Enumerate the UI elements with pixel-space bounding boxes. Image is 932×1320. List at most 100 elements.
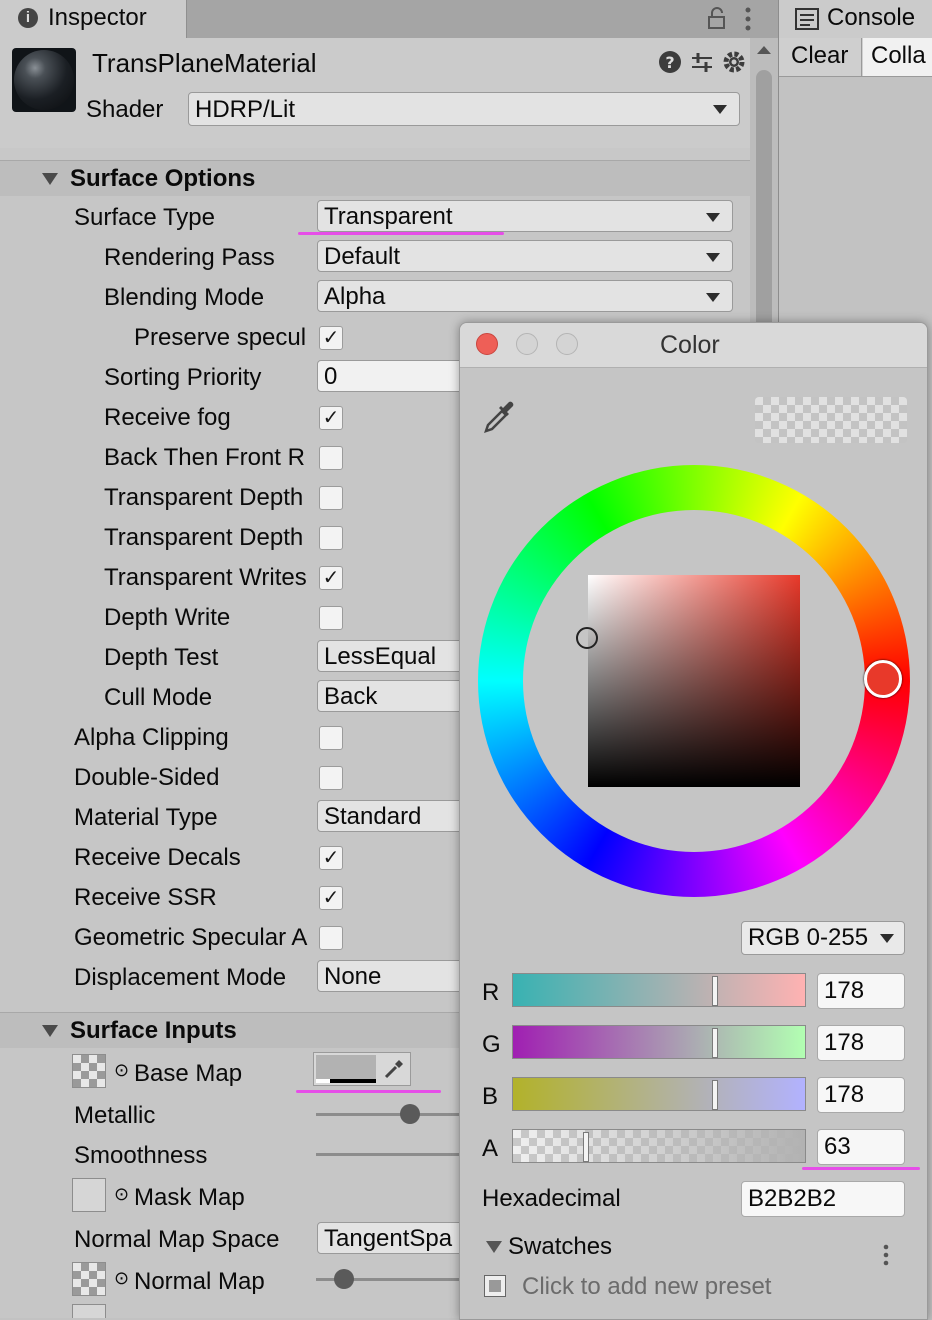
svg-text:?: ? xyxy=(665,53,674,72)
zoom-window-button[interactable] xyxy=(556,333,578,355)
color-picker-window: Color RGB 0-255 R 178 G 178 B 178 A 63 H… xyxy=(459,322,928,1320)
preset-sliders-icon[interactable] xyxy=(690,50,714,74)
blending-mode-dropdown[interactable]: Alpha xyxy=(317,280,733,312)
color-picker-titlebar[interactable]: Color xyxy=(460,323,927,368)
shader-dropdown[interactable]: HDRP/Lit xyxy=(188,92,740,126)
double-sided-checkbox[interactable] xyxy=(319,766,343,790)
hexadecimal-input[interactable]: B2B2B2 xyxy=(741,1181,905,1217)
color-mode-value: RGB 0-255 xyxy=(748,924,869,951)
smoothness-slider-track[interactable] xyxy=(316,1153,460,1156)
annotation-underline xyxy=(802,1167,920,1170)
transparent-depth-postpass-label: Transparent Depth xyxy=(104,524,304,551)
swatches-label[interactable]: Swatches xyxy=(508,1233,612,1261)
lock-icon[interactable] xyxy=(706,6,728,30)
tab-inspector[interactable]: i Inspector xyxy=(0,0,187,38)
eyedropper-icon[interactable] xyxy=(382,1057,406,1081)
eyedropper-icon[interactable] xyxy=(482,399,518,435)
shader-label: Shader xyxy=(86,96,164,123)
base-map-color-field[interactable] xyxy=(313,1052,411,1086)
help-icon[interactable]: ? xyxy=(658,50,682,74)
channel-g-slider[interactable] xyxy=(512,1025,806,1059)
collapse-button[interactable]: Colla xyxy=(863,38,932,76)
cull-mode-label: Cull Mode xyxy=(104,684,213,711)
shader-value: HDRP/Lit xyxy=(195,96,296,123)
tab-console[interactable]: Console xyxy=(779,0,932,39)
hue-selector-handle[interactable] xyxy=(864,660,902,698)
base-map-texture-slot[interactable] xyxy=(72,1054,106,1088)
target-icon[interactable]: ⊙ xyxy=(114,1060,129,1081)
cull-mode-value: Back xyxy=(324,683,378,710)
close-window-button[interactable] xyxy=(476,333,498,355)
target-icon[interactable]: ⊙ xyxy=(114,1268,129,1289)
kebab-menu-icon[interactable] xyxy=(880,1243,892,1269)
alpha-clipping-checkbox[interactable] xyxy=(319,726,343,750)
surface-type-label: Surface Type xyxy=(74,204,215,231)
channel-r-handle[interactable] xyxy=(712,976,718,1006)
normal-map-slider-knob[interactable] xyxy=(334,1269,354,1289)
collapse-label: Colla xyxy=(871,42,926,69)
receive-fog-label: Receive fog xyxy=(104,404,231,431)
channel-r-label: R xyxy=(482,979,500,1006)
hexadecimal-label: Hexadecimal xyxy=(482,1185,621,1212)
rendering-pass-dropdown[interactable]: Default xyxy=(317,240,733,272)
normal-map-space-label: Normal Map Space xyxy=(74,1226,280,1253)
transparent-depth-prepass-label: Transparent Depth xyxy=(104,484,304,511)
gear-icon[interactable] xyxy=(722,50,746,74)
chevron-down-icon xyxy=(706,213,720,222)
channel-b-slider[interactable] xyxy=(512,1077,806,1111)
geometric-specular-label: Geometric Specular A xyxy=(74,924,308,951)
transparent-depth-postpass-checkbox[interactable] xyxy=(319,526,343,550)
back-then-front-checkbox[interactable] xyxy=(319,446,343,470)
tab-inspector-label: Inspector xyxy=(48,4,147,31)
color-mode-dropdown[interactable]: RGB 0-255 xyxy=(741,921,905,955)
depth-write-checkbox[interactable] xyxy=(319,606,343,630)
receive-ssr-checkbox[interactable]: ✓ xyxy=(319,886,343,910)
channel-g-input[interactable]: 178 xyxy=(817,1025,905,1061)
mask-map-label: Mask Map xyxy=(134,1184,245,1211)
transparent-depth-prepass-checkbox[interactable] xyxy=(319,486,343,510)
alpha-clipping-label: Alpha Clipping xyxy=(74,724,229,751)
chevron-down-icon xyxy=(880,934,894,943)
add-preset-text[interactable]: Click to add new preset xyxy=(522,1273,771,1301)
surface-type-dropdown[interactable]: Transparent xyxy=(317,200,733,232)
next-texture-slot[interactable] xyxy=(72,1304,106,1318)
receive-ssr-label: Receive SSR xyxy=(74,884,217,911)
channel-a-handle[interactable] xyxy=(583,1132,589,1162)
surface-options-header[interactable]: Surface Options xyxy=(0,160,750,197)
material-header: TransPlaneMaterial ? Shader HDRP/Lit xyxy=(0,38,750,148)
channel-a-input[interactable]: 63 xyxy=(817,1129,905,1165)
geometric-specular-checkbox[interactable] xyxy=(319,926,343,950)
channel-r-input[interactable]: 178 xyxy=(817,973,905,1009)
alpha-bar-fill xyxy=(316,1079,330,1083)
smoothness-label: Smoothness xyxy=(74,1142,208,1169)
transparent-writes-checkbox[interactable]: ✓ xyxy=(319,566,343,590)
channel-r-slider[interactable] xyxy=(512,973,806,1007)
channel-g-handle[interactable] xyxy=(712,1028,718,1058)
target-icon[interactable]: ⊙ xyxy=(114,1184,129,1205)
add-preset-swatch[interactable] xyxy=(484,1275,506,1297)
color-picker-title: Color xyxy=(660,331,720,359)
swatches-foldout-triangle-icon[interactable] xyxy=(486,1241,502,1253)
channel-b-handle[interactable] xyxy=(712,1080,718,1110)
channel-g-label: G xyxy=(482,1031,501,1058)
surface-inputs-title: Surface Inputs xyxy=(70,1017,237,1044)
channel-b-input[interactable]: 178 xyxy=(817,1077,905,1113)
saturation-value-handle[interactable] xyxy=(576,627,598,649)
back-then-front-label: Back Then Front R xyxy=(104,444,305,471)
clear-button[interactable]: Clear xyxy=(791,42,848,70)
scroll-up-arrow-icon[interactable] xyxy=(756,44,772,56)
mask-map-texture-slot[interactable] xyxy=(72,1178,106,1212)
receive-fog-checkbox[interactable]: ✓ xyxy=(319,406,343,430)
metallic-slider-knob[interactable] xyxy=(400,1104,420,1124)
normal-map-space-value: TangentSpa xyxy=(324,1225,453,1252)
minimize-window-button[interactable] xyxy=(516,333,538,355)
normal-map-texture-slot[interactable] xyxy=(72,1262,106,1296)
channel-a-slider[interactable] xyxy=(512,1129,806,1163)
receive-decals-checkbox[interactable]: ✓ xyxy=(319,846,343,870)
metallic-slider-track[interactable] xyxy=(316,1113,460,1116)
preserve-specular-checkbox[interactable]: ✓ xyxy=(319,326,343,350)
saturation-value-square[interactable] xyxy=(588,575,800,787)
displacement-mode-value: None xyxy=(324,963,382,990)
kebab-menu-icon[interactable] xyxy=(742,6,754,32)
channel-a-label: A xyxy=(482,1135,499,1162)
